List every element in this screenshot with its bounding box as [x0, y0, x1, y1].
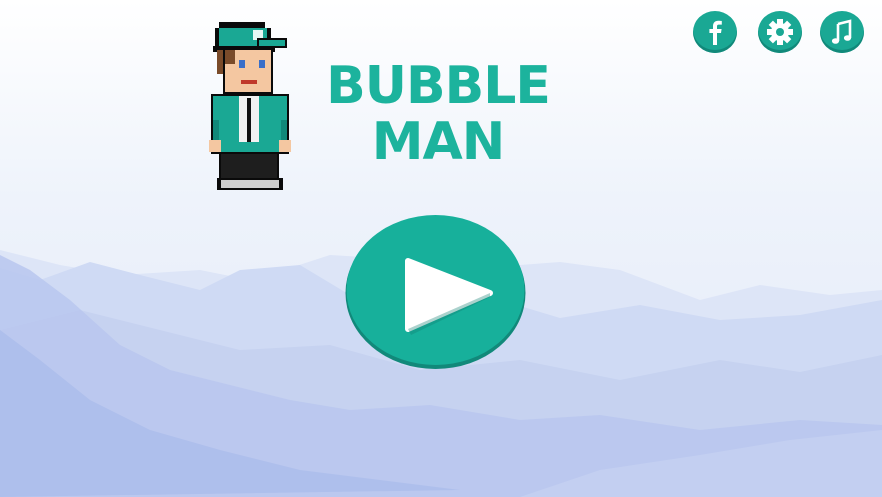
facebook-icon — [709, 20, 722, 45]
settings-button[interactable] — [758, 11, 802, 53]
title-line-1: BUBBLE — [326, 56, 551, 116]
music-button[interactable] — [820, 11, 864, 53]
game-screen: BUBBLE MAN — [0, 0, 882, 497]
title-line-2: MAN — [371, 112, 506, 172]
music-note-icon — [831, 19, 852, 44]
game-title: BUBBLE MAN — [318, 58, 558, 170]
bubble-man-character — [209, 22, 291, 190]
gear-icon — [767, 19, 793, 45]
facebook-button[interactable] — [693, 11, 737, 53]
play-button[interactable] — [344, 213, 527, 370]
